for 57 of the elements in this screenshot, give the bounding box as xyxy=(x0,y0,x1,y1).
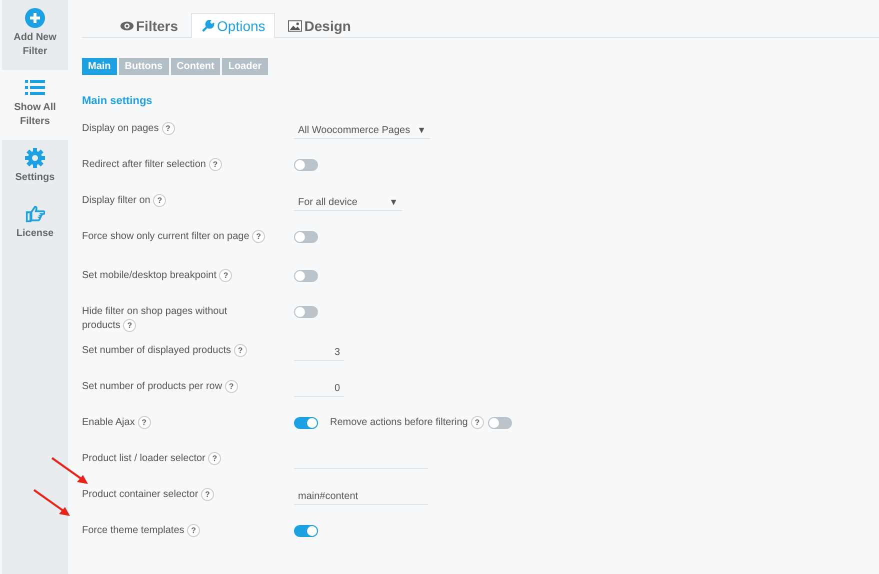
setting-label: Hide filter on shop pages without products ? xyxy=(82,305,228,334)
help-icon[interactable]: ? xyxy=(252,230,266,243)
list-icon xyxy=(25,78,45,98)
help-icon[interactable]: ? xyxy=(153,194,166,207)
setting-label: Remove actions before filtering ? xyxy=(330,416,484,430)
input-field[interactable]: main#content xyxy=(294,488,428,505)
plus-icon xyxy=(25,8,45,28)
toggle-switch[interactable] xyxy=(488,417,512,429)
sidebar-item[interactable]: Show All Filters xyxy=(2,70,68,140)
image-icon xyxy=(288,20,302,32)
help-icon[interactable]: ? xyxy=(162,122,174,135)
sidebar-item[interactable]: License xyxy=(2,196,68,252)
help-icon[interactable]: ? xyxy=(470,416,484,429)
caret-icon: ▼ xyxy=(389,197,398,207)
help-icon[interactable]: ? xyxy=(208,452,222,465)
help-icon[interactable]: ? xyxy=(224,380,238,393)
tab[interactable]: Options xyxy=(191,13,276,38)
setting-label: Display filter on ? xyxy=(82,194,267,230)
tab[interactable]: Design xyxy=(278,13,361,38)
help-icon[interactable]: ? xyxy=(200,488,214,501)
tab[interactable]: Filters xyxy=(110,13,188,38)
sidebar-item[interactable]: Settings xyxy=(2,140,68,196)
sidebar-item[interactable]: Add New Filter xyxy=(2,0,68,70)
number-field[interactable]: 3 xyxy=(294,344,344,361)
setting-label: Force show only current filter on page ? xyxy=(82,230,267,269)
toggle-switch[interactable] xyxy=(294,270,318,282)
setting-label: Set mobile/desktop breakpoint ? xyxy=(82,269,267,305)
help-icon[interactable]: ? xyxy=(123,319,136,332)
number-field[interactable]: 0 xyxy=(294,380,344,397)
setting-label: Force theme templates ? xyxy=(82,524,267,560)
thumb-icon xyxy=(25,204,45,224)
toggle-switch[interactable] xyxy=(294,231,318,243)
dropdown[interactable]: For all device ▼ xyxy=(294,194,402,211)
help-icon[interactable]: ? xyxy=(219,269,232,282)
caret-icon: ▼ xyxy=(417,125,426,135)
toggle-switch[interactable] xyxy=(294,525,318,537)
dropdown[interactable]: All Woocommerce Pages ▼ xyxy=(294,122,430,139)
eye-icon xyxy=(120,20,134,32)
setting-label: Display on pages ? xyxy=(82,122,267,158)
setting-label: Enable Ajax ? xyxy=(82,416,267,452)
section-title: Main settings xyxy=(82,95,154,107)
toggle-switch[interactable] xyxy=(294,417,318,429)
wrench-icon xyxy=(201,20,216,32)
toggle-switch[interactable] xyxy=(294,306,318,318)
help-icon[interactable]: ? xyxy=(187,524,200,537)
setting-label: Set number of products per row ? xyxy=(82,380,267,416)
setting-label: Product list / loader selector ? xyxy=(82,452,267,488)
setting-label: Product container selector ? xyxy=(82,488,267,524)
help-icon[interactable]: ? xyxy=(234,344,247,357)
setting-label: Redirect after filter selection ? xyxy=(82,158,267,194)
arrow-annotation xyxy=(32,488,72,518)
gear-icon xyxy=(25,148,45,168)
help-icon[interactable]: ? xyxy=(138,416,151,429)
sub-tab[interactable]: Main xyxy=(82,58,117,75)
setting-label: Set number of displayed products ? xyxy=(82,344,267,380)
help-icon[interactable]: ? xyxy=(208,158,222,171)
toggle-switch[interactable] xyxy=(294,159,318,171)
